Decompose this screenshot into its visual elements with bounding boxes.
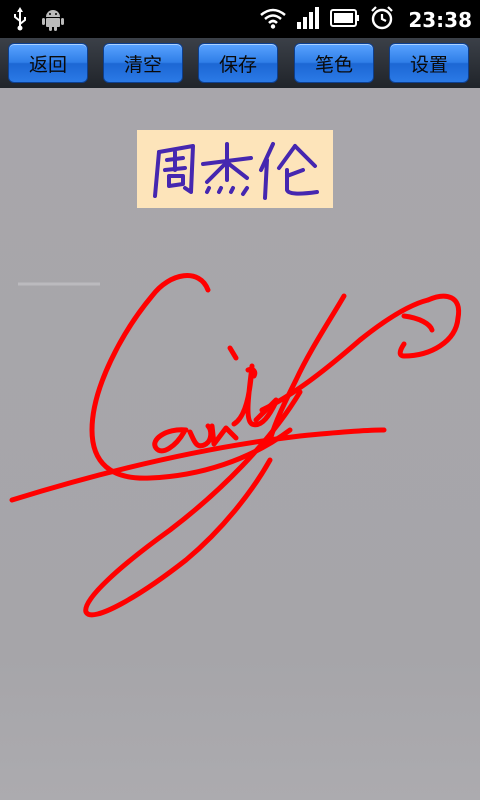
signature-drawing: [9, 273, 462, 618]
